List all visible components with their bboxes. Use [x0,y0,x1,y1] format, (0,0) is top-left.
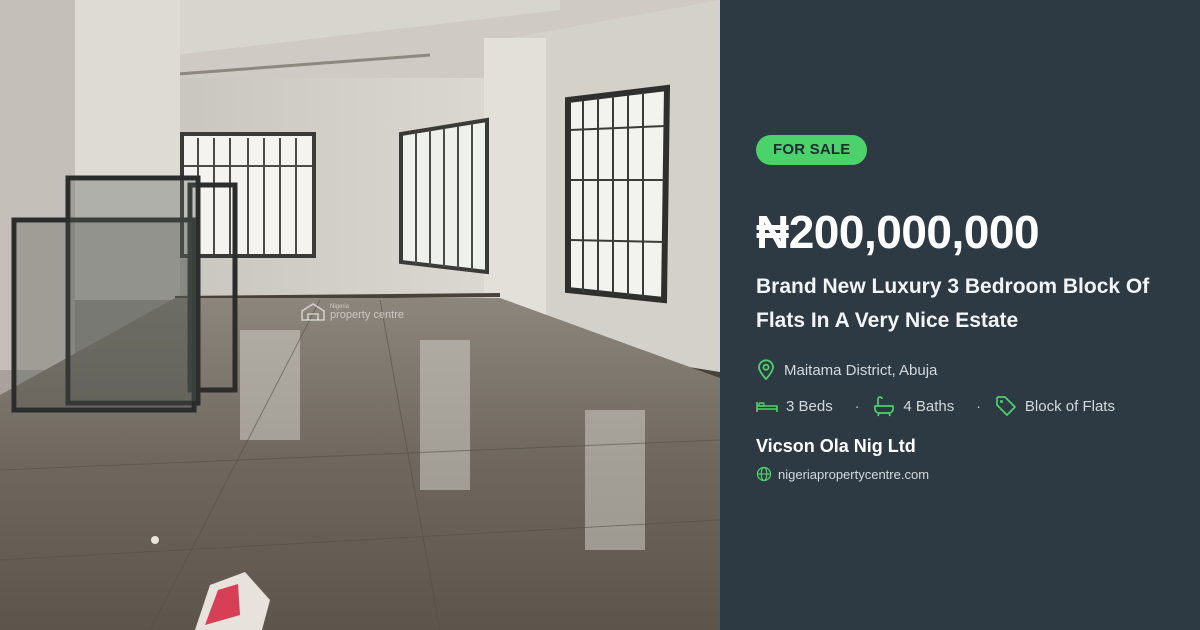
property-type-text: Block of Flats [1024,397,1115,415]
house-logo-icon [300,303,326,321]
agent-name: Vicson Ola Nig Ltd [756,436,916,456]
website-text: nigeriapropertycentre.com [778,466,930,482]
separator-dot: · [976,398,981,414]
map-pin-icon [756,359,776,381]
bed-icon [756,398,778,414]
listing-price: ₦200,000,000 [756,206,1040,258]
listing-card: Nigeria property centre FOR SALE ₦200,00… [0,0,1200,630]
watermark-brand-text: property centre [330,308,404,321]
watermark: Nigeria property centre [300,303,404,321]
separator-dot: · [854,398,860,414]
for-sale-badge: FOR SALE [756,135,868,165]
beds-text: 3 Beds [786,397,833,415]
location-text: Maitama District, Abuja [784,361,938,379]
website-row: nigeriapropertycentre.com [756,466,929,482]
property-photo: Nigeria property centre [0,0,720,630]
listing-title: Brand New Luxury 3 Bedroom Block Of Flat… [756,275,1150,332]
tag-icon [995,395,1017,417]
bathtub-icon [873,395,895,417]
features-row: 3 Beds · 4 Baths · Block of Flats [756,395,1115,417]
baths-text: 4 Baths [903,397,955,415]
globe-icon [756,466,772,482]
location-row: Maitama District, Abuja [756,359,937,381]
